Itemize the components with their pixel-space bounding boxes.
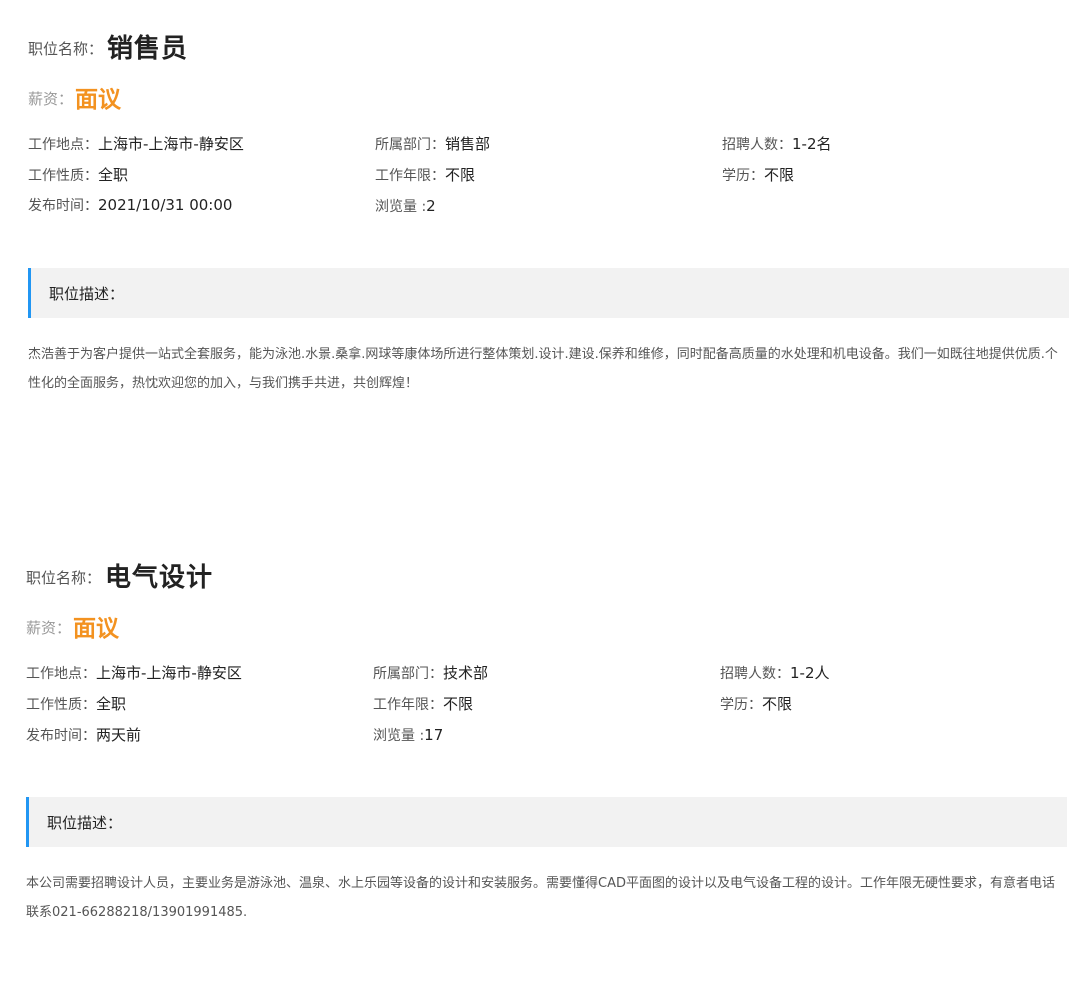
headcount-value: 1-2名 [792,135,832,153]
nature-value: 全职 [98,166,129,184]
department-label: 所属部门： [375,137,445,153]
nature-info: 工作性质：全职 [26,693,126,714]
views-info: 浏览量 :17 [373,725,443,745]
location-label: 工作地点： [28,137,98,153]
job-title-row: 职位名称： 销售员 [28,25,188,65]
education-info: 学历：不限 [722,164,794,185]
headcount-label: 招聘人数： [722,137,792,153]
department-value: 销售部 [445,135,491,153]
description-heading: 职位描述： [49,285,125,303]
headcount-value: 1-2人 [790,664,830,682]
experience-info: 工作年限：不限 [373,693,473,714]
experience-label: 工作年限： [375,168,445,184]
experience-value: 不限 [445,166,476,184]
experience-info: 工作年限：不限 [375,164,475,185]
experience-value: 不限 [443,695,474,713]
department-info: 所属部门：技术部 [373,662,488,683]
nature-info: 工作性质：全职 [28,164,128,185]
nature-label: 工作性质： [26,697,96,713]
job-title-label: 职位名称： [28,40,104,58]
education-value: 不限 [764,166,795,184]
salary-label: 薪资： [26,619,72,637]
views-label: 浏览量 : [373,728,425,744]
nature-value: 全职 [96,695,127,713]
salary-value: 面议 [75,87,122,113]
education-label: 学历： [722,168,764,184]
location-value: 上海市-上海市-静安区 [98,135,244,153]
salary-value: 面议 [73,616,120,642]
department-info: 所属部门：销售部 [375,133,490,154]
job-description: 本公司需要招聘设计人员，主要业务是游泳池、温泉、水上乐园等设备的设计和安装服务。… [26,876,1055,920]
location-info: 工作地点：上海市-上海市-静安区 [26,662,242,683]
posted-label: 发布时间： [26,728,96,744]
experience-label: 工作年限： [373,697,443,713]
posted-info: 发布时间：两天前 [26,724,141,745]
headcount-label: 招聘人数： [720,666,790,682]
description-heading-bar: 职位描述： [28,268,1069,318]
department-value: 技术部 [443,664,489,682]
department-label: 所属部门： [373,666,443,682]
posted-value: 2021/10/31 00:00 [98,196,233,214]
description-heading: 职位描述： [47,814,123,832]
headcount-info: 招聘人数：1-2人 [720,662,830,683]
salary-row: 薪资： 面议 [26,611,119,643]
location-info: 工作地点：上海市-上海市-静安区 [28,133,244,154]
job-title: 电气设计 [105,563,214,593]
job-title-label: 职位名称： [26,569,102,587]
salary-row: 薪资： 面议 [28,82,121,114]
job-title-row: 职位名称： 电气设计 [26,554,213,594]
job-description: 杰浩善于为客户提供一站式全套服务，能为泳池.水景.桑拿.网球等康体场所进行整体策… [28,347,1058,391]
posted-label: 发布时间： [28,198,98,214]
education-value: 不限 [762,695,793,713]
education-info: 学历：不限 [720,693,792,714]
views-value: 2 [426,197,436,215]
location-value: 上海市-上海市-静安区 [96,664,242,682]
views-label: 浏览量 : [375,199,427,215]
location-label: 工作地点： [26,666,96,682]
views-info: 浏览量 :2 [375,196,436,216]
posted-value: 两天前 [96,726,142,744]
views-value: 17 [424,726,444,744]
headcount-info: 招聘人数：1-2名 [722,133,832,154]
job-title: 销售员 [107,34,189,64]
education-label: 学历： [720,697,762,713]
nature-label: 工作性质： [28,168,98,184]
posted-info: 发布时间：2021/10/31 00:00 [28,195,232,215]
salary-label: 薪资： [28,90,74,108]
description-heading-bar: 职位描述： [26,797,1067,847]
